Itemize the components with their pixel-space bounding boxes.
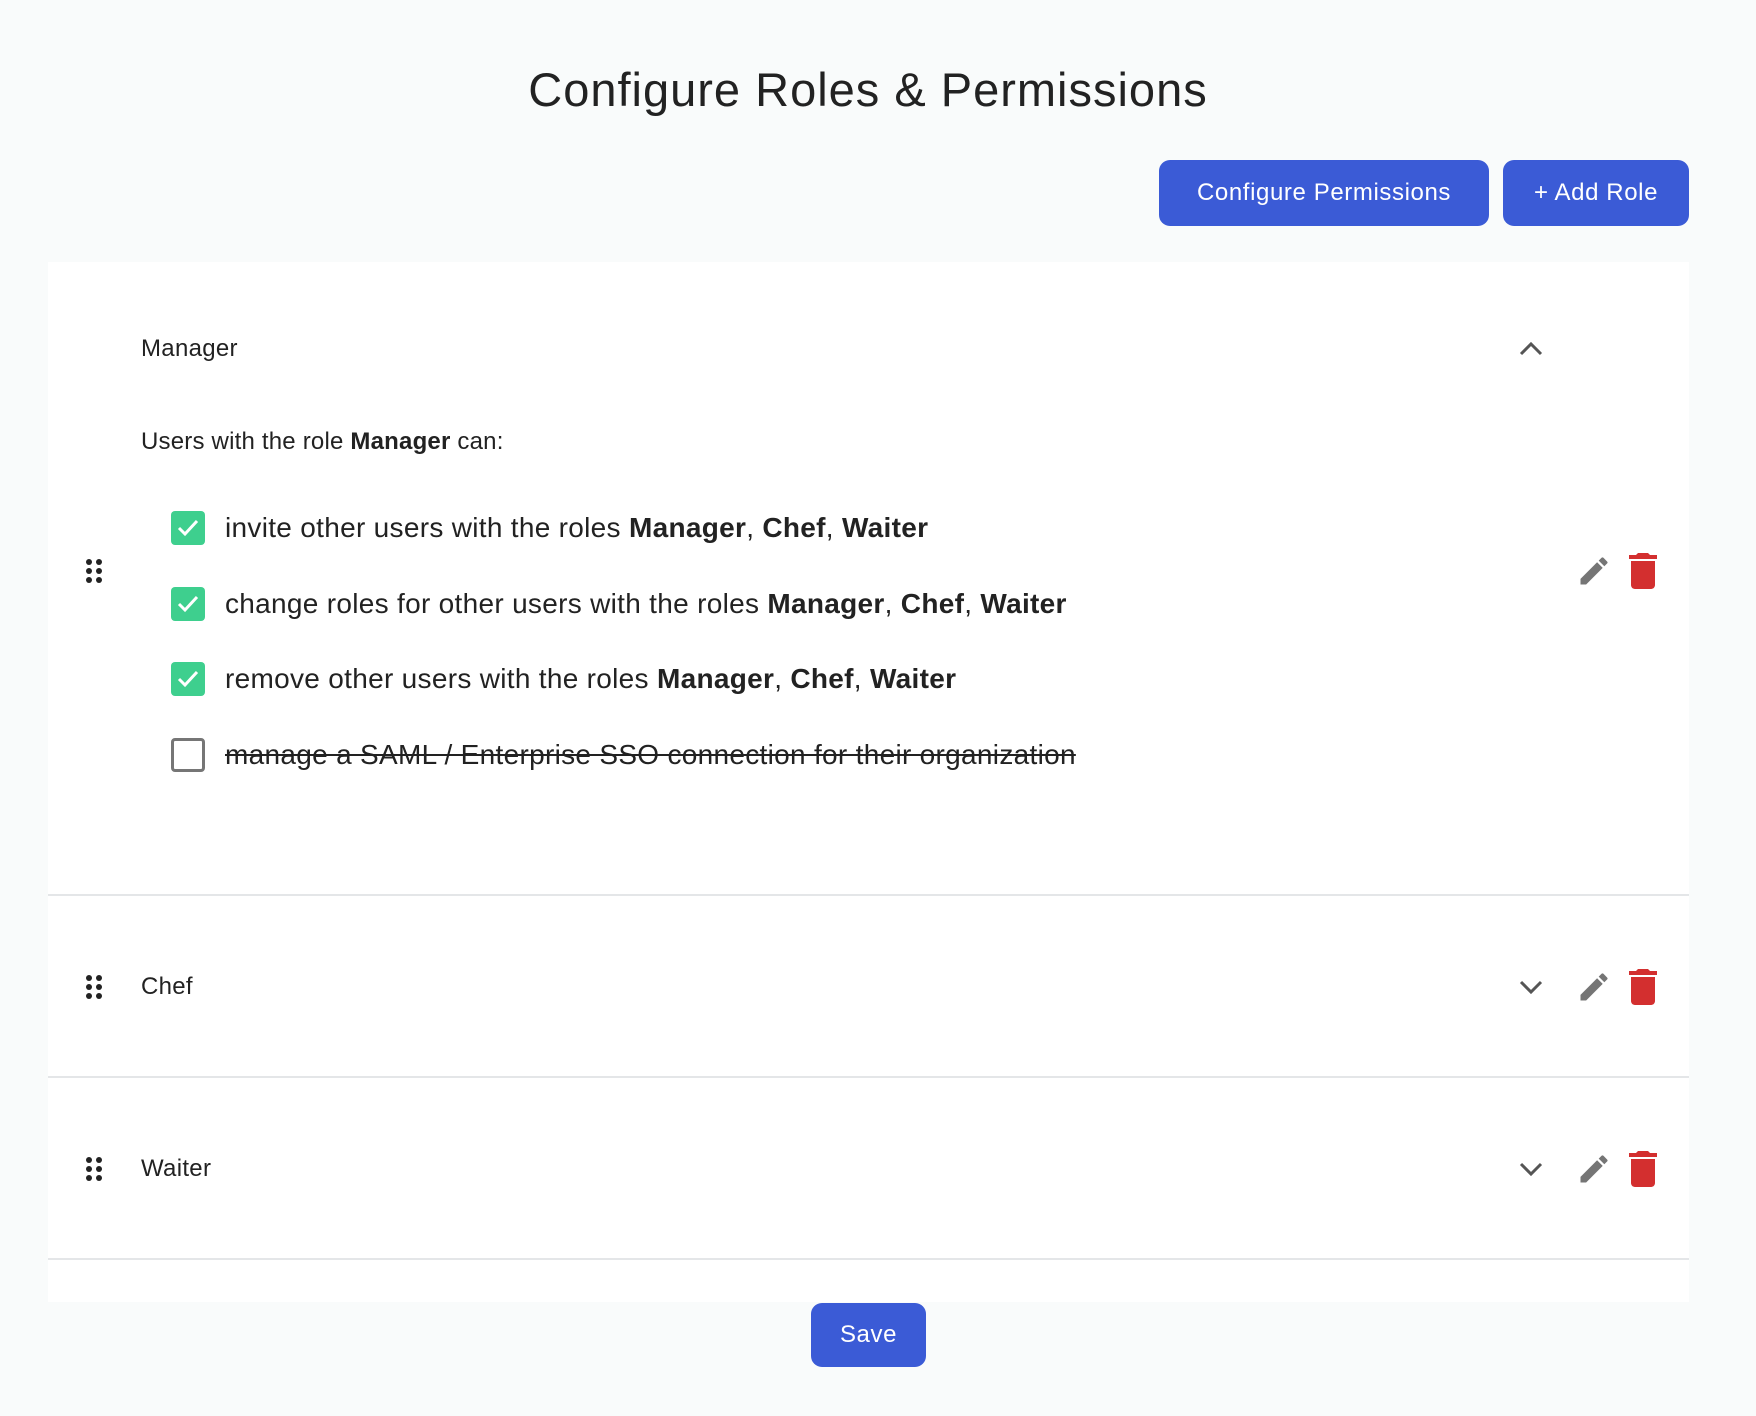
- edit-icon[interactable]: [1576, 553, 1612, 589]
- checkbox-checked[interactable]: [171, 662, 205, 696]
- permission-role: Waiter: [841, 512, 929, 543]
- role-row-waiter: Waiter: [48, 1078, 1689, 1260]
- permission-desc: remove other users with the roles: [225, 663, 649, 694]
- role-intro: Users with the role Manager can:: [141, 428, 504, 456]
- trash-icon[interactable]: [1628, 969, 1658, 1005]
- role-name[interactable]: Manager: [141, 335, 238, 363]
- permission-item: invite other users with the roles Manage…: [171, 511, 928, 545]
- chevron-down-icon[interactable]: [1516, 972, 1546, 1002]
- permission-role: Manager: [628, 512, 747, 543]
- permission-role: Manager: [656, 663, 775, 694]
- trash-icon[interactable]: [1628, 553, 1658, 589]
- permission-text: invite other users with the roles Manage…: [225, 512, 929, 543]
- intro-role: Manager: [350, 428, 451, 455]
- chevron-down-icon[interactable]: [1516, 1154, 1546, 1184]
- permission-text: remove other users with the roles Manage…: [225, 663, 957, 694]
- intro-suffix: can:: [457, 428, 504, 455]
- trash-icon[interactable]: [1628, 1151, 1658, 1187]
- check-icon: [177, 519, 199, 537]
- configure-permissions-button[interactable]: Configure Permissions: [1159, 160, 1489, 226]
- permission-desc: invite other users with the roles: [225, 512, 621, 543]
- roles-list: Manager Users with the role Manager can:…: [48, 262, 1689, 1302]
- permission-role: Waiter: [980, 588, 1067, 619]
- page-title: Configure Roles & Permissions: [528, 63, 1208, 116]
- edit-icon[interactable]: [1576, 969, 1612, 1005]
- checkbox-unchecked[interactable]: [171, 738, 205, 772]
- roles-page: Configure Roles & Permissions Configure …: [0, 0, 1756, 1416]
- permission-role: Chef: [790, 663, 854, 694]
- drag-handle-icon[interactable]: [85, 974, 103, 1000]
- role-row-manager: Manager Users with the role Manager can:…: [48, 262, 1689, 896]
- permission-role: Manager: [767, 588, 885, 619]
- save-button[interactable]: Save: [811, 1303, 926, 1367]
- permission-desc: change roles for other users with the ro…: [225, 588, 760, 619]
- checkbox-checked[interactable]: [171, 511, 205, 545]
- permission-text: change roles for other users with the ro…: [225, 588, 1067, 619]
- edit-icon[interactable]: [1576, 1151, 1612, 1187]
- role-row-chef: Chef: [48, 896, 1689, 1078]
- permission-item: remove other users with the roles Manage…: [171, 662, 956, 696]
- chevron-up-icon[interactable]: [1516, 334, 1546, 364]
- add-role-button[interactable]: + Add Role: [1503, 160, 1689, 226]
- permission-text: manage a SAML / Enterprise SSO connectio…: [225, 739, 1076, 770]
- drag-handle-icon[interactable]: [85, 1156, 103, 1182]
- permission-role: Chef: [762, 512, 826, 543]
- checkbox-checked[interactable]: [171, 587, 205, 621]
- check-icon: [177, 595, 199, 613]
- drag-handle-icon[interactable]: [85, 558, 103, 584]
- check-icon: [177, 670, 199, 688]
- permission-item: change roles for other users with the ro…: [171, 587, 1067, 621]
- permission-item: manage a SAML / Enterprise SSO connectio…: [171, 738, 1076, 772]
- permission-role: Chef: [900, 588, 965, 619]
- role-name[interactable]: Waiter: [141, 1155, 211, 1183]
- role-name[interactable]: Chef: [141, 973, 193, 1001]
- intro-prefix: Users with the role: [141, 428, 344, 455]
- permission-role: Waiter: [869, 663, 957, 694]
